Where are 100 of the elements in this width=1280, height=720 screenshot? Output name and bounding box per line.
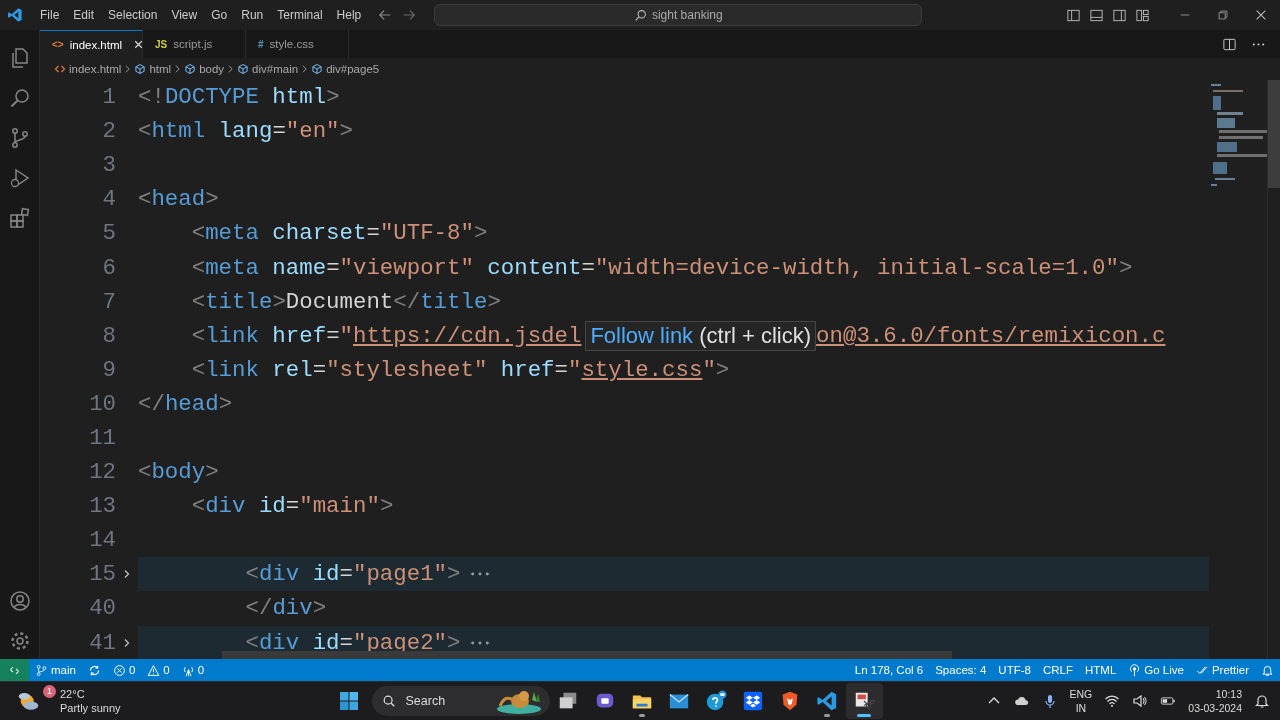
code-line: on@3.6.0/fonts/remixicon.c (816, 322, 1166, 349)
code-line: <div id="main"> (190, 493, 394, 520)
line-number: 10 (88, 390, 116, 417)
clock-button[interactable]: 10:13 03-03-2024 (1188, 687, 1242, 715)
warnings-button[interactable]: 0 (141, 659, 176, 681)
line-number: 4 (101, 186, 116, 213)
hover-tooltip: Follow link (ctrl + click) (585, 320, 817, 351)
status-item[interactable]: HTML (1078, 659, 1123, 681)
close-icon[interactable] (1254, 8, 1268, 22)
line-number: 6 (101, 254, 116, 281)
code-line: <link rel="stylesheet" href="style.css"> (190, 356, 730, 383)
cube-icon (134, 63, 147, 75)
command-search-field[interactable]: sight banking (434, 4, 923, 26)
branch-icon (35, 663, 48, 677)
layout-icon[interactable] (1135, 7, 1150, 23)
back-arrow-icon[interactable] (378, 8, 393, 22)
temperature: 22°C (60, 687, 86, 701)
scrollbar-thumb[interactable] (1268, 80, 1280, 188)
line-number: 13 (88, 493, 116, 520)
line-number: 9 (101, 356, 116, 383)
input-language-button[interactable]: ENG IN (1069, 687, 1093, 715)
dropbox-icon[interactable] (742, 690, 765, 712)
taskbar-search-field[interactable]: Search (371, 686, 550, 716)
menu-item[interactable]: Help (329, 5, 369, 25)
status-item[interactable]: Spaces: 4 (929, 659, 993, 681)
code-line: <meta charset="UTF-8"> (190, 220, 488, 247)
menu-item[interactable]: View (164, 5, 205, 25)
status-item[interactable]: CRLF (1036, 659, 1079, 681)
warning-icon (147, 663, 161, 677)
scissors-icon[interactable] (853, 690, 876, 712)
line-number: 12 (88, 459, 116, 486)
go-live-button[interactable]: Go Live (1122, 659, 1190, 681)
code-line: <body> (138, 459, 219, 486)
chevron-right-icon (124, 64, 132, 74)
weather-condition: Partly sunny (60, 701, 121, 715)
code-line: <div id="page1"> (244, 561, 461, 588)
fold-chevron-icon[interactable] (122, 637, 132, 648)
breadcrumb-item[interactable]: div#page5 (311, 63, 380, 75)
sync-icon[interactable] (87, 663, 101, 677)
menu-item[interactable]: Run (234, 5, 271, 25)
ports-button[interactable]: 0 (175, 659, 211, 681)
code-editor-icon[interactable] (816, 690, 839, 712)
breadcrumb-item[interactable]: html (134, 63, 172, 75)
notifications-icon[interactable] (1254, 693, 1270, 709)
horizontal-scrollbar[interactable] (222, 651, 952, 659)
windows-start-icon[interactable] (338, 691, 359, 711)
status-item[interactable]: Ln 178, Col 6 (848, 659, 930, 681)
menu-item[interactable]: Go (204, 5, 235, 25)
code-line: <link href="https://cdn.jsdel (190, 322, 582, 349)
menu-item[interactable]: File (33, 5, 67, 25)
volume-icon[interactable] (1132, 693, 1149, 709)
code-line: <meta name="viewport" content="width=device-width, initial-scale=1.0"> (190, 254, 1133, 281)
breadcrumb-item[interactable]: body (184, 63, 225, 75)
toggle-sidebar-icon[interactable] (1066, 7, 1081, 23)
restore-icon[interactable] (1216, 8, 1230, 22)
split-editor-icon[interactable] (1222, 36, 1237, 52)
line-number: 8 (101, 322, 116, 349)
account-icon[interactable] (7, 589, 32, 613)
notification-badge: 1 (43, 685, 56, 698)
branch-button[interactable]: main (29, 659, 82, 681)
double-check-icon (1195, 663, 1209, 677)
toggle-secondary-sidebar-icon[interactable] (1112, 7, 1127, 23)
menu-item[interactable]: Terminal (270, 5, 330, 25)
cube-icon (184, 63, 197, 75)
breadcrumb-item[interactable]: div#main (237, 63, 299, 75)
chevron-right-icon (174, 64, 182, 74)
code-brackets-icon (54, 63, 66, 75)
broadcast-icon (1128, 663, 1142, 677)
line-number: 15 (88, 561, 116, 588)
code-line: </head> (138, 390, 233, 417)
line-number: 11 (88, 425, 116, 451)
code-line: <!DOCTYPE html> (138, 84, 340, 111)
errors-button[interactable]: 0 (106, 659, 142, 681)
line-number: 41 (88, 629, 116, 656)
search-icon (381, 694, 396, 708)
line-number: 2 (101, 118, 116, 145)
code-line: <head> (138, 186, 219, 213)
line-number: 1 (101, 84, 116, 111)
cube-icon (237, 63, 250, 75)
line-number: 3 (101, 152, 116, 179)
menu-item[interactable]: Selection (101, 5, 165, 25)
prettier-button[interactable]: Prettier (1189, 659, 1255, 681)
line-number: 5 (101, 220, 116, 247)
code-line: <div id="page2"> (244, 629, 461, 656)
breadcrumb-item[interactable]: index.html (54, 63, 122, 75)
chevron-right-icon (301, 64, 309, 74)
toggle-panel-icon[interactable] (1089, 7, 1104, 23)
extensions-icon[interactable] (7, 206, 32, 230)
wifi-icon[interactable] (1104, 693, 1121, 709)
fold-chevron-icon[interactable] (122, 569, 132, 580)
code-line: <title>Document</title> (190, 288, 501, 315)
line-number: 14 (88, 527, 116, 554)
code-line: </div> (244, 595, 327, 622)
cube-icon (311, 63, 324, 75)
help-icon[interactable] (705, 690, 728, 712)
menu-item[interactable]: Edit (66, 5, 102, 25)
status-item[interactable]: UTF-8 (992, 659, 1037, 681)
editor-tab[interactable]: <> index.html (40, 30, 143, 58)
chevron-right-icon (227, 64, 235, 74)
forward-arrow-icon[interactable] (402, 8, 417, 22)
